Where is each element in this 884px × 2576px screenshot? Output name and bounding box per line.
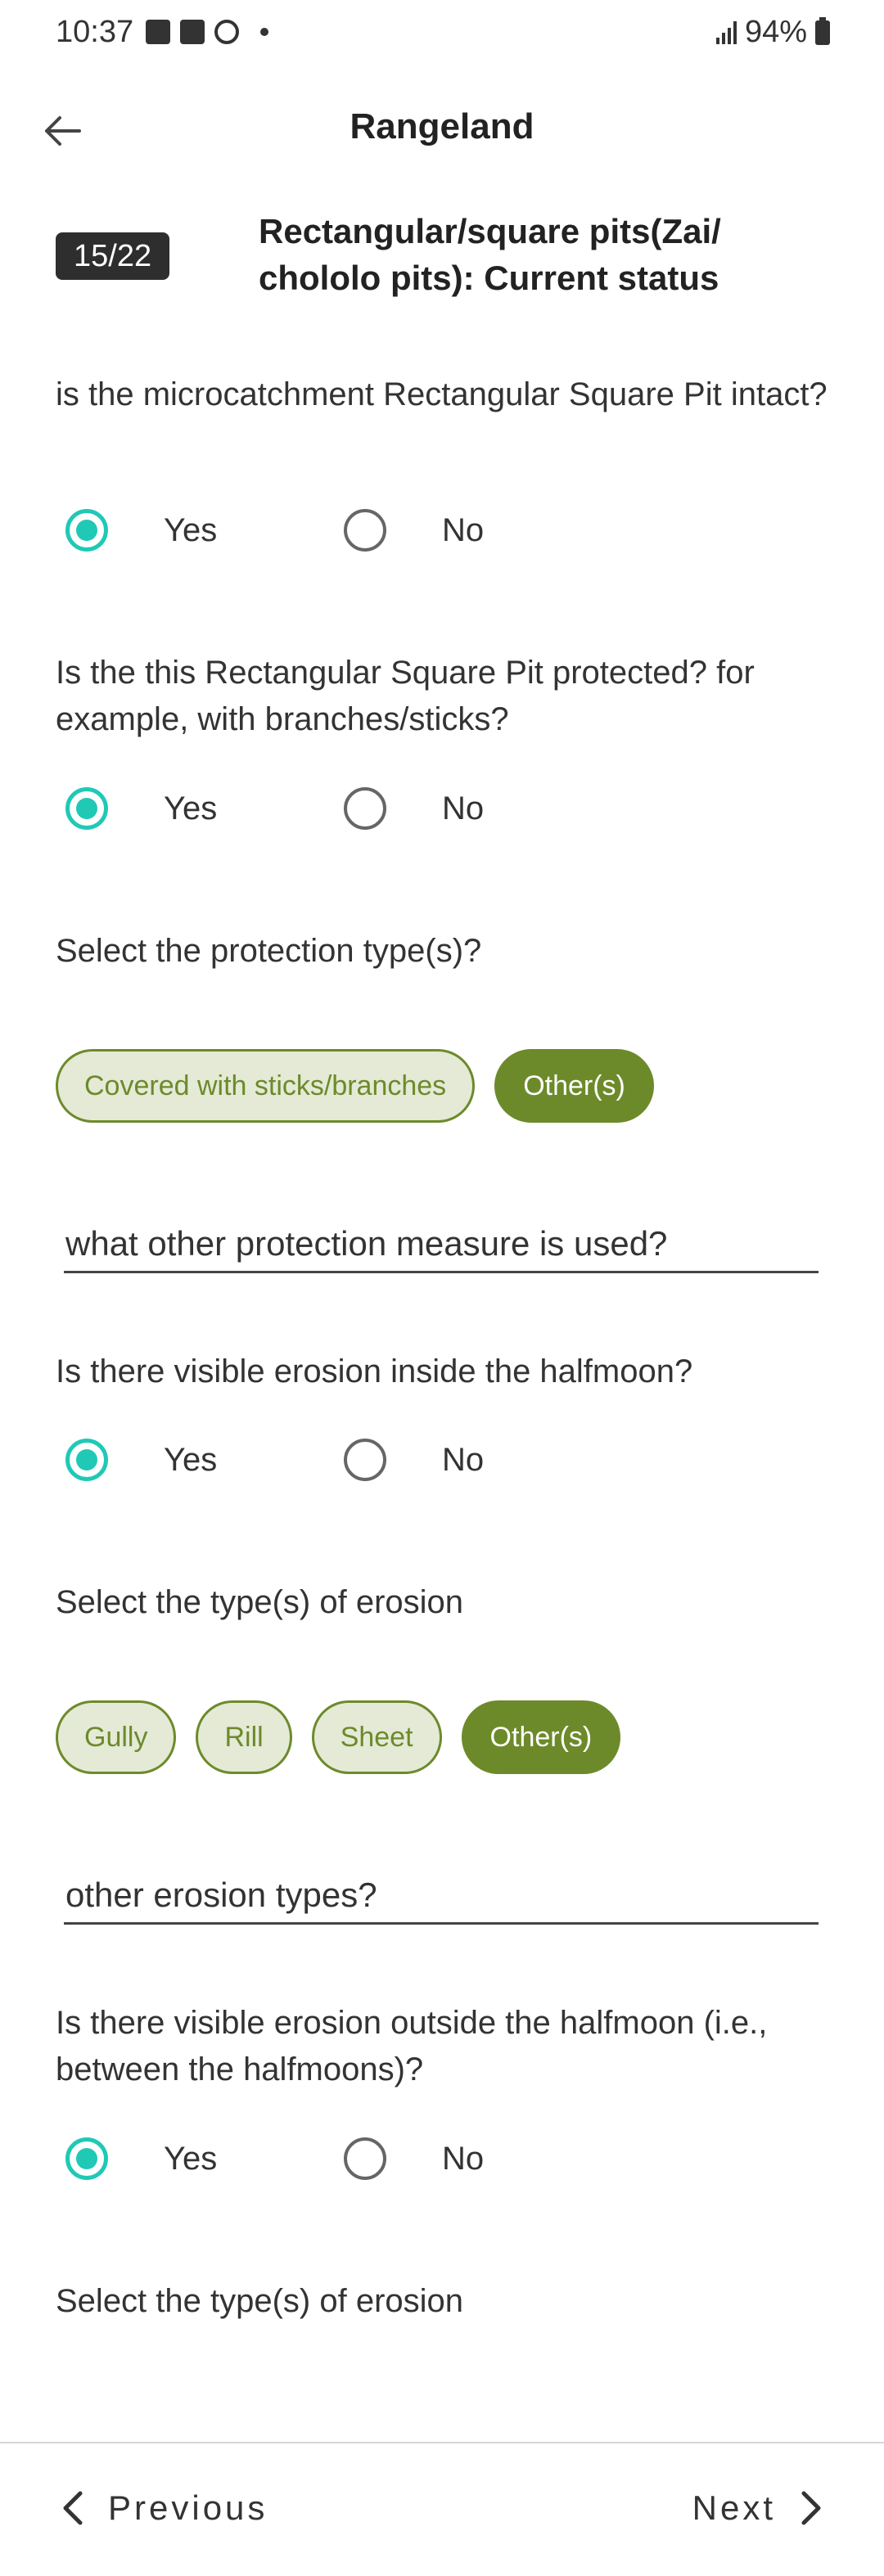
other-erosion-input[interactable] [64,1867,819,1925]
radio-option-no[interactable]: No [344,1439,484,1481]
radio-selected-icon[interactable] [65,787,108,830]
question-erosion-type-outside: Select the type(s) of erosion [56,2283,464,2319]
status-right: 94% [715,15,830,50]
radio-option-yes[interactable]: Yes [65,787,217,830]
chip-gully[interactable]: Gully [56,1700,177,1774]
radio-label-yes: Yes [164,2140,218,2177]
question-pit-protected: Is the this Rectangular Square Pit prote… [56,655,755,737]
radio-label-yes: Yes [164,1441,218,1478]
section-title: Rectangular/square pits(Zai/ chololo pit… [259,212,721,297]
other-protection-input[interactable] [64,1216,819,1273]
page-title: Rangeland [350,106,534,146]
radio-option-no[interactable]: No [344,2137,484,2180]
form-page: 10:37 94% Rangeland 15/22 Rectangular/sq… [0,0,884,2576]
section-progress-badge: 15/22 [56,232,170,280]
radio-option-no[interactable]: No [344,787,484,830]
radio-label-yes: Yes [164,511,218,548]
radio-unselected-icon[interactable] [344,1439,386,1481]
radio-label-no: No [442,2140,485,2177]
footer-divider [0,2442,884,2443]
gallery-icon [146,20,170,44]
next-button[interactable]: Next [692,2479,823,2537]
battery-icon [815,16,830,45]
previous-button[interactable]: Previous [61,2479,268,2537]
notification-icons [146,20,268,44]
question-erosion-outside: Is there visible erosion outside the hal… [56,2005,768,2087]
radio-option-yes[interactable]: Yes [65,509,217,552]
previous-label: Previous [108,2488,268,2527]
radio-option-yes[interactable]: Yes [65,1439,217,1481]
radio-label-no: No [442,790,485,826]
question-erosion-inside: Is there visible erosion inside the half… [56,1353,693,1389]
chip-group-protection-type: Covered with sticks/branches Other(s) [56,1049,654,1123]
radio-selected-icon[interactable] [65,509,108,552]
radio-label-no: No [442,511,485,548]
sync-icon [214,20,239,44]
radio-label-no: No [442,1441,485,1478]
question-pit-intact: is the microcatchment Rectangular Square… [56,376,828,412]
chip-sheet[interactable]: Sheet [311,1700,442,1774]
radio-selected-icon[interactable] [65,1439,108,1481]
chevron-left-icon [63,2491,83,2525]
chevron-right-icon [801,2491,821,2525]
question-protection-type: Select the protection type(s)? [56,933,482,969]
chip-rill[interactable]: Rill [196,1700,292,1774]
radio-unselected-icon[interactable] [344,509,386,552]
status-time: 10:37 [56,15,134,49]
more-notifications-icon [260,28,268,36]
chip-others[interactable]: Other(s) [494,1049,654,1123]
question-erosion-type: Select the type(s) of erosion [56,1584,464,1620]
radio-selected-icon[interactable] [65,2137,108,2180]
chip-others[interactable]: Other(s) [461,1700,621,1774]
radio-option-no[interactable]: No [344,509,484,552]
next-label: Next [692,2488,776,2527]
chip-group-erosion-type: Gully Rill Sheet Other(s) [56,1700,621,1774]
signal-icon [715,20,737,44]
battery-percent: 94% [744,15,807,49]
radio-label-yes: Yes [164,790,218,826]
radio-unselected-icon[interactable] [344,787,386,830]
radio-unselected-icon[interactable] [344,2137,386,2180]
radio-option-yes[interactable]: Yes [65,2137,217,2180]
checkbox-icon [180,20,205,44]
chip-covered-sticks[interactable]: Covered with sticks/branches [56,1049,476,1123]
status-bar: 10:37 94% [0,0,884,69]
